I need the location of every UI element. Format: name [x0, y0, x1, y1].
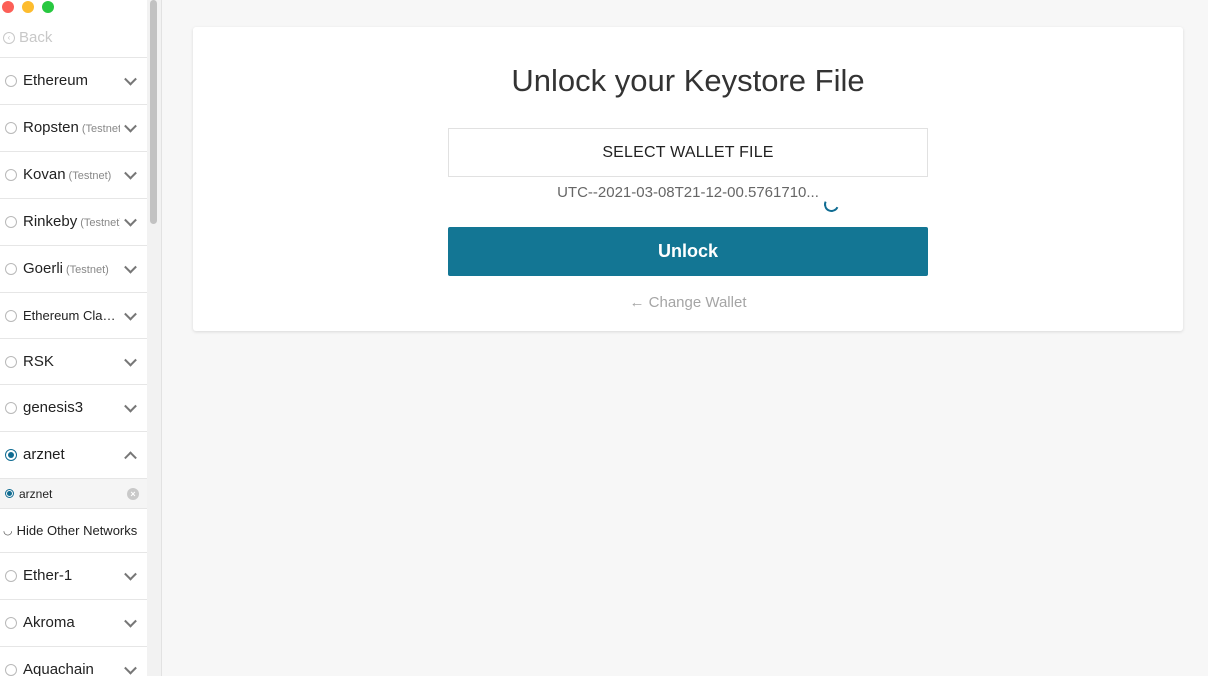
back-button[interactable]: ‹ Back — [3, 29, 52, 46]
network-name: Akroma — [23, 614, 75, 631]
chevron-down-icon[interactable] — [124, 567, 137, 581]
network-radio[interactable] — [5, 168, 17, 181]
chevron-down-icon[interactable] — [124, 213, 137, 227]
network-name: Kovan — [23, 166, 66, 183]
chevron-down-icon[interactable] — [124, 72, 137, 86]
select-wallet-file-button[interactable]: SELECT WALLET FILE — [448, 128, 928, 177]
page-title: Unlock your Keystore File — [511, 63, 865, 98]
close-window-button[interactable] — [2, 1, 14, 13]
network-radio[interactable] — [5, 262, 17, 275]
unlock-keystore-card: Unlock your Keystore File SELECT WALLET … — [193, 27, 1183, 331]
arrow-left-icon: ← — [629, 294, 645, 311]
network-name: Aquachain — [23, 661, 94, 676]
network-tag: (Testnet) — [80, 217, 120, 229]
sidebar-item-kovan[interactable]: Kovan (Testnet) — [0, 151, 147, 197]
sidebar-item-ether-1[interactable]: Ether-1 — [0, 552, 147, 598]
network-name: Ropsten — [23, 119, 79, 136]
chevron-down-icon[interactable] — [124, 260, 137, 274]
sidebar-scrollbar[interactable] — [147, 0, 162, 676]
sidebar-item-ethereum-classic[interactable]: Ethereum Classic — [0, 292, 147, 338]
sidebar-item-goerli[interactable]: Goerli (Testnet) — [0, 245, 147, 291]
network-name: Goerli — [23, 260, 64, 277]
network-name: genesis3 — [23, 399, 84, 416]
network-radio[interactable] — [5, 74, 17, 87]
network-name-wrap: Rinkeby (Testnet) — [23, 213, 120, 230]
hide-other-networks-label: Hide Other Networks — [16, 523, 138, 538]
remove-node-icon[interactable]: × — [127, 488, 139, 500]
chevron-down-icon[interactable] — [124, 307, 137, 321]
network-name-wrap: Ropsten(Testnet) — [23, 119, 120, 136]
chevron-down-icon[interactable] — [124, 353, 137, 367]
node-radio-selected[interactable] — [5, 489, 14, 498]
chevron-up-icon[interactable] — [124, 450, 137, 464]
network-name: RSK — [23, 353, 54, 370]
network-name: Ethereum Classic — [23, 308, 119, 323]
hide-other-networks-button[interactable]: ◡ Hide Other Networks — [0, 508, 147, 552]
change-wallet-label: Change Wallet — [648, 294, 747, 311]
chevron-down-icon[interactable] — [124, 166, 137, 180]
network-radio[interactable] — [5, 355, 17, 368]
back-label: Back — [19, 29, 53, 46]
network-name: Rinkeby — [23, 213, 78, 230]
network-name-wrap: Kovan (Testnet) — [23, 166, 111, 183]
node-item-arznet[interactable]: arznet × — [0, 478, 147, 508]
network-radio[interactable] — [5, 401, 17, 414]
sidebar-item-genesis3[interactable]: genesis3 — [0, 384, 147, 430]
network-name: arznet — [23, 446, 65, 463]
maximize-window-button[interactable] — [42, 1, 54, 13]
chevron-down-icon[interactable] — [124, 399, 137, 413]
network-sidebar: ‹ Back Ethereum Ropsten(Testnet) Kovan(T… — [0, 0, 148, 676]
sidebar-item-ethereum[interactable]: Ethereum — [0, 57, 147, 103]
network-radio[interactable] — [5, 215, 17, 228]
sidebar-item-akroma[interactable]: Akroma — [0, 599, 147, 645]
chevron-down-icon[interactable] — [124, 661, 137, 675]
node-name: arznet — [19, 486, 53, 501]
network-tag: (Testnet) — [81, 123, 120, 135]
network-tag: (Testnet) — [68, 170, 112, 182]
change-wallet-link[interactable]: ← Change Wallet — [193, 294, 1183, 311]
network-tag: (Testnet) — [66, 264, 109, 276]
selected-file-name: UTC--2021-03-08T21-12-00.5761710... — [557, 184, 819, 201]
chevron-down-icon[interactable] — [124, 119, 137, 133]
sidebar-item-ropsten[interactable]: Ropsten(Testnet) — [0, 104, 147, 150]
network-name: Ether-1 — [23, 567, 73, 584]
network-radio[interactable] — [5, 309, 17, 322]
sidebar-item-arznet[interactable]: arznet — [0, 431, 147, 477]
flask-icon: ◡ — [3, 525, 13, 537]
network-name: Ethereum — [23, 72, 89, 89]
network-radio[interactable] — [5, 616, 17, 629]
sidebar-item-aquachain[interactable]: Aquachain — [0, 646, 147, 676]
back-arrow-icon: ‹ — [3, 31, 15, 44]
minimize-window-button[interactable] — [22, 1, 34, 13]
network-radio-selected[interactable] — [5, 448, 17, 461]
sidebar-scrollbar-thumb[interactable] — [150, 0, 157, 224]
sidebar-item-rinkeby[interactable]: Rinkeby (Testnet) — [0, 198, 147, 244]
chevron-down-icon[interactable] — [124, 614, 137, 628]
network-radio[interactable] — [5, 663, 17, 676]
network-radio[interactable] — [5, 121, 17, 134]
network-radio[interactable] — [5, 569, 17, 582]
unlock-button[interactable]: Unlock — [448, 227, 928, 276]
network-name-wrap: Goerli (Testnet) — [23, 260, 109, 277]
sidebar-item-rsk[interactable]: RSK — [0, 338, 147, 384]
